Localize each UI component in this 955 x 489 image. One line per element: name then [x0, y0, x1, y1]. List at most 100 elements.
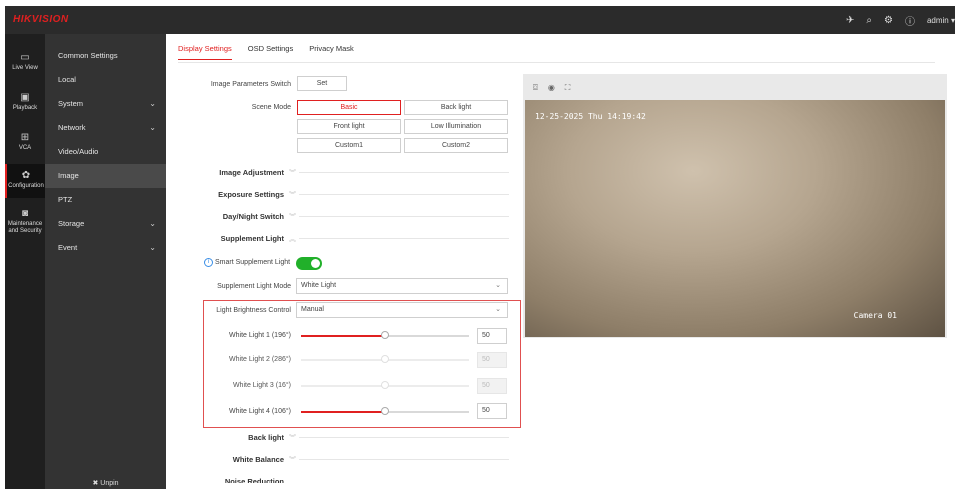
menu-label: Event: [58, 243, 78, 252]
live-preview-panel: ⌼ ◉ ⛶ 12-25-2025 Thu 14:19:42 Camera 01: [523, 74, 947, 338]
pin-icon: ✖: [92, 480, 99, 487]
menu-local[interactable]: Local: [45, 68, 166, 92]
preview-toolbar: ⌼ ◉ ⛶: [533, 83, 570, 93]
nav-label: VCA: [18, 145, 32, 151]
menu-ptz[interactable]: PTZ: [45, 188, 166, 212]
send-icon[interactable]: ✈: [846, 15, 854, 26]
smart-supplement-label: Smart Supplement Light: [215, 259, 291, 266]
menu-label: Storage: [58, 219, 85, 228]
section-back-light[interactable]: Back light: [166, 433, 284, 442]
white-light-1-thumb[interactable]: [381, 331, 389, 339]
video-feed[interactable]: 12-25-2025 Thu 14:19:42 Camera 01: [525, 100, 945, 337]
chevron-double-down-icon[interactable]: ︾: [289, 212, 296, 222]
fullscreen-icon[interactable]: ⛶: [565, 83, 571, 93]
menu-network[interactable]: Network ⌄: [45, 116, 166, 140]
chevron-down-icon: ⌄: [149, 219, 156, 228]
white-light-4-label: White Light 4 (106°): [229, 408, 291, 415]
white-light-4-input[interactable]: 50: [477, 403, 507, 419]
menu-storage[interactable]: Storage ⌄: [45, 212, 166, 236]
nav-label: Configuration: [8, 183, 44, 189]
menu-event[interactable]: Event ⌄: [45, 236, 166, 260]
camera-icon[interactable]: ⌼: [533, 83, 538, 93]
brightness-control-select[interactable]: Manual ⌄: [296, 302, 508, 318]
menu-image[interactable]: Image: [45, 164, 166, 188]
chevron-double-down-icon[interactable]: ︾: [289, 433, 296, 443]
menu-label: Video/Audio: [58, 147, 99, 156]
monitor-icon: ▭: [20, 52, 30, 63]
chevron-double-up-icon[interactable]: ︽: [289, 234, 296, 244]
info-icon[interactable]: i: [204, 258, 213, 267]
scene-custom1-button[interactable]: Custom1: [297, 138, 401, 153]
chevron-double-down-icon[interactable]: ︾: [289, 168, 296, 178]
tab-display-settings[interactable]: Display Settings: [178, 44, 232, 60]
nav-maintenance[interactable]: ◙ Maintenance and Security: [5, 208, 45, 235]
white-light-1-fill: [301, 335, 385, 337]
scene-low-illumination-button[interactable]: Low Illumination: [404, 119, 508, 134]
settings-icon[interactable]: ⚙: [884, 15, 893, 26]
unpin-label: Unpin: [100, 480, 119, 487]
white-light-1-label: White Light 1 (196°): [229, 332, 291, 339]
white-light-2-input: 50: [477, 352, 507, 368]
set-button[interactable]: Set: [297, 76, 347, 91]
menu-common-settings[interactable]: Common Settings: [45, 44, 166, 68]
nav-vca[interactable]: ⊞ VCA: [5, 132, 45, 152]
menu-label: PTZ: [58, 195, 73, 204]
top-icons: ✈ ⌕ ⚙ ⓘ admin ▾: [846, 13, 955, 28]
section-divider: [299, 238, 509, 239]
tab-divider: [178, 62, 935, 63]
tab-osd-settings[interactable]: OSD Settings: [248, 44, 293, 60]
menu-system[interactable]: System ⌄: [45, 92, 166, 116]
section-supplement-light[interactable]: Supplement Light: [166, 234, 284, 243]
white-light-1-input[interactable]: 50: [477, 328, 507, 344]
white-light-4-thumb[interactable]: [381, 407, 389, 415]
scene-custom2-button[interactable]: Custom2: [404, 138, 508, 153]
brightness-control-label: Light Brightness Control: [216, 307, 291, 314]
osd-camera-name: Camera 01: [853, 311, 897, 320]
section-divider: [299, 216, 509, 217]
section-noise-reduction[interactable]: Noise Reduction: [166, 477, 284, 483]
search-icon[interactable]: ⌕: [866, 15, 872, 26]
chevron-down-icon: ⌄: [149, 243, 156, 252]
nav-live-view[interactable]: ▭ Live View: [5, 52, 45, 72]
tab-bar: Display Settings OSD Settings Privacy Ma…: [178, 44, 354, 60]
chevron-double-down-icon[interactable]: ︾: [289, 190, 296, 200]
record-icon[interactable]: ◉: [548, 83, 555, 93]
section-day-night-switch[interactable]: Day/Night Switch: [166, 212, 284, 221]
chevron-down-icon: ⌄: [149, 99, 156, 108]
chevron-down-icon: ⌄: [495, 306, 501, 313]
user-name: admin: [926, 16, 949, 25]
white-light-2-thumb: [381, 355, 389, 363]
white-light-3-input: 50: [477, 378, 507, 394]
section-image-adjustment[interactable]: Image Adjustment: [166, 168, 284, 177]
smart-supplement-toggle[interactable]: [296, 257, 322, 270]
scene-mode-label: Scene Mode: [251, 104, 291, 111]
main-nav: ▭ Live View ▣ Playback ⊞ VCA ✿ Configura…: [5, 34, 45, 489]
nav-playback[interactable]: ▣ Playback: [5, 92, 45, 112]
menu-label: Common Settings: [58, 51, 118, 60]
white-light-3-thumb: [381, 381, 389, 389]
supplement-mode-label: Supplement Light Mode: [217, 283, 291, 290]
section-exposure-settings[interactable]: Exposure Settings: [166, 190, 284, 199]
content-area: Display Settings OSD Settings Privacy Ma…: [166, 34, 955, 489]
tab-privacy-mask[interactable]: Privacy Mask: [309, 44, 354, 60]
section-white-balance[interactable]: White Balance: [166, 455, 284, 464]
section-divider: [299, 437, 509, 438]
chevron-down-icon: ⌄: [149, 123, 156, 132]
scene-back-light-button[interactable]: Back light: [404, 100, 508, 115]
play-icon: ▣: [20, 92, 30, 103]
scene-front-light-button[interactable]: Front light: [297, 119, 401, 134]
menu-label: Local: [58, 75, 76, 84]
chevron-double-down-icon[interactable]: ︾: [289, 455, 296, 465]
supplement-mode-select[interactable]: White Light ⌄: [296, 278, 508, 294]
nav-label: Live View: [12, 65, 38, 71]
menu-video-audio[interactable]: Video/Audio: [45, 140, 166, 164]
config-menu: Common Settings Local System ⌄ Network ⌄ V…: [45, 34, 166, 489]
info-icon[interactable]: ⓘ: [905, 13, 915, 28]
image-params-label: Image Parameters Switch: [210, 81, 291, 88]
scene-basic-button[interactable]: Basic: [297, 100, 401, 115]
unpin-button[interactable]: ✖ Unpin: [45, 479, 166, 487]
nav-configuration[interactable]: ✿ Configuration: [5, 164, 45, 198]
user-menu[interactable]: admin ▾: [927, 16, 955, 25]
top-bar: HIKVISION ✈ ⌕ ⚙ ⓘ admin ▾: [5, 6, 955, 34]
select-value: Manual: [301, 306, 324, 313]
